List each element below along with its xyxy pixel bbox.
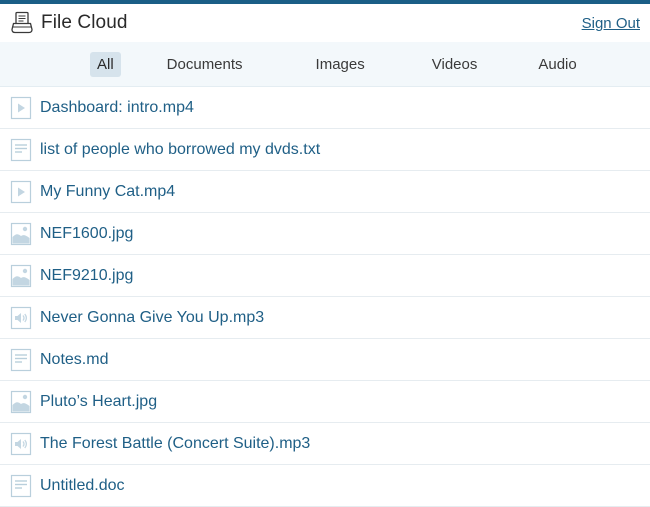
image-file-icon: [10, 264, 32, 288]
file-row[interactable]: Never Gonna Give You Up.mp3: [0, 297, 650, 339]
file-name: Dashboard: intro.mp4: [40, 98, 194, 116]
audio-file-icon: [10, 432, 32, 456]
file-name: Untitled.doc: [40, 476, 125, 494]
file-name: My Funny Cat.mp4: [40, 182, 176, 200]
video-file-icon: [10, 180, 32, 204]
header: File Cloud Sign Out: [0, 4, 650, 42]
file-name: list of people who borrowed my dvds.txt: [40, 140, 321, 158]
document-file-icon: [10, 474, 32, 498]
file-name: The Forest Battle (Concert Suite).mp3: [40, 434, 311, 452]
file-row[interactable]: NEF9210.jpg: [0, 255, 650, 297]
brand: File Cloud: [10, 11, 128, 35]
file-row[interactable]: My Funny Cat.mp4: [0, 171, 650, 213]
file-name: NEF1600.jpg: [40, 224, 134, 242]
audio-file-icon: [10, 306, 32, 330]
document-file-icon: [10, 348, 32, 372]
file-row[interactable]: Notes.md: [0, 339, 650, 381]
app-title: File Cloud: [41, 12, 128, 33]
file-list: Dashboard: intro.mp4 list of people who …: [0, 87, 650, 507]
file-name: Pluto’s Heart.jpg: [40, 392, 158, 410]
video-file-icon: [10, 96, 32, 120]
file-row[interactable]: The Forest Battle (Concert Suite).mp3: [0, 423, 650, 465]
tab-all[interactable]: All: [90, 51, 121, 77]
tab-videos[interactable]: Videos: [425, 52, 485, 77]
file-cloud-logo-icon: [10, 11, 34, 35]
tab-documents[interactable]: Documents: [160, 52, 250, 77]
tab-images[interactable]: Images: [309, 52, 372, 77]
file-name: Never Gonna Give You Up.mp3: [40, 308, 265, 326]
sign-out-link[interactable]: Sign Out: [582, 15, 640, 32]
tab-audio[interactable]: Audio: [531, 52, 583, 77]
image-file-icon: [10, 390, 32, 414]
filter-tabs: All Documents Images Videos Audio: [0, 42, 650, 87]
file-row[interactable]: NEF1600.jpg: [0, 213, 650, 255]
file-row[interactable]: Dashboard: intro.mp4: [0, 87, 650, 129]
file-name: Notes.md: [40, 350, 109, 368]
document-file-icon: [10, 138, 32, 162]
file-row[interactable]: list of people who borrowed my dvds.txt: [0, 129, 650, 171]
image-file-icon: [10, 222, 32, 246]
file-row[interactable]: Pluto’s Heart.jpg: [0, 381, 650, 423]
file-name: NEF9210.jpg: [40, 266, 134, 284]
file-cloud-app: File Cloud Sign Out All Documents Images…: [0, 0, 650, 507]
file-row[interactable]: Untitled.doc: [0, 465, 650, 507]
